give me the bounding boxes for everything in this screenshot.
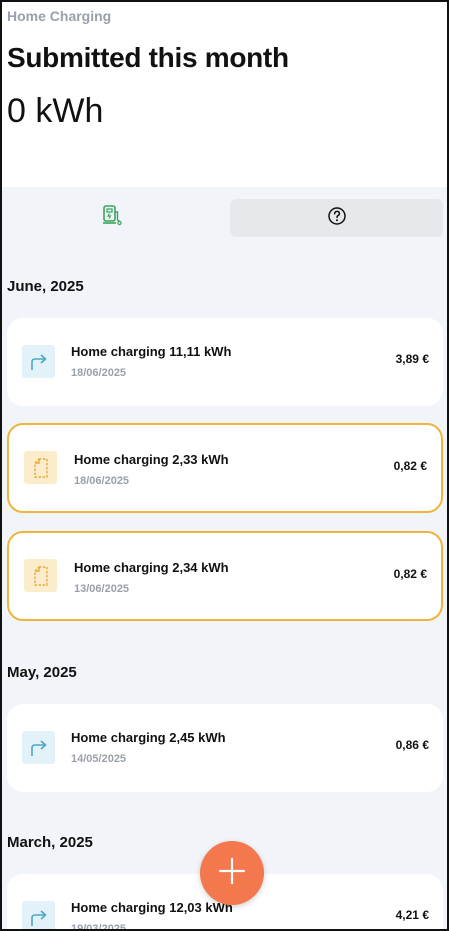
item-date: 13/06/2025 — [74, 583, 130, 595]
monthly-total: 0 kWh — [7, 92, 104, 130]
item-amount: 0,82 € — [393, 459, 427, 473]
item-date: 14/05/2025 — [71, 753, 127, 765]
list-item[interactable]: Home charging 11,11 kWh 18/06/2025 3,89 … — [7, 318, 443, 406]
arrow-forward-icon — [22, 345, 55, 378]
arrow-forward-icon — [22, 731, 55, 764]
month-header: March, 2025 — [7, 834, 93, 851]
document-icon — [24, 451, 57, 484]
item-date: 19/03/2025 — [71, 923, 127, 931]
item-title: Home charging 2,33 kWh — [74, 452, 229, 467]
item-title: Home charging 12,03 kWh — [71, 900, 233, 915]
help-circle-icon — [327, 206, 347, 231]
plus-icon — [217, 856, 247, 891]
tab-charging[interactable] — [7, 199, 217, 237]
item-amount: 0,86 € — [395, 738, 429, 752]
month-header: May, 2025 — [7, 664, 77, 681]
item-amount: 0,82 € — [393, 567, 427, 581]
list-item[interactable]: Home charging 2,33 kWh 18/06/2025 0,82 € — [7, 423, 443, 513]
list-item[interactable]: Home charging 2,45 kWh 14/05/2025 0,86 € — [7, 704, 443, 792]
tab-help[interactable] — [230, 199, 443, 237]
charging-station-icon — [102, 204, 122, 233]
item-title: Home charging 11,11 kWh — [71, 344, 232, 359]
page-header: Home Charging Submitted this month 0 kWh — [2, 2, 447, 187]
app-frame: Home Charging Submitted this month 0 kWh — [0, 0, 449, 931]
item-title: Home charging 2,34 kWh — [74, 560, 229, 575]
document-icon — [24, 559, 57, 592]
add-charging-button[interactable] — [200, 841, 264, 905]
arrow-forward-icon — [22, 901, 55, 929]
tab-bar — [2, 199, 447, 237]
list-item[interactable]: Home charging 2,34 kWh 13/06/2025 0,82 € — [7, 531, 443, 621]
page-title: Submitted this month — [7, 42, 289, 73]
item-title: Home charging 2,45 kWh — [71, 730, 226, 745]
app-title: Home Charging — [7, 8, 112, 24]
item-amount: 3,89 € — [395, 352, 429, 366]
item-date: 18/06/2025 — [71, 367, 127, 379]
item-amount: 4,21 € — [395, 908, 429, 922]
item-date: 18/06/2025 — [74, 475, 130, 487]
month-header: June, 2025 — [7, 278, 84, 295]
